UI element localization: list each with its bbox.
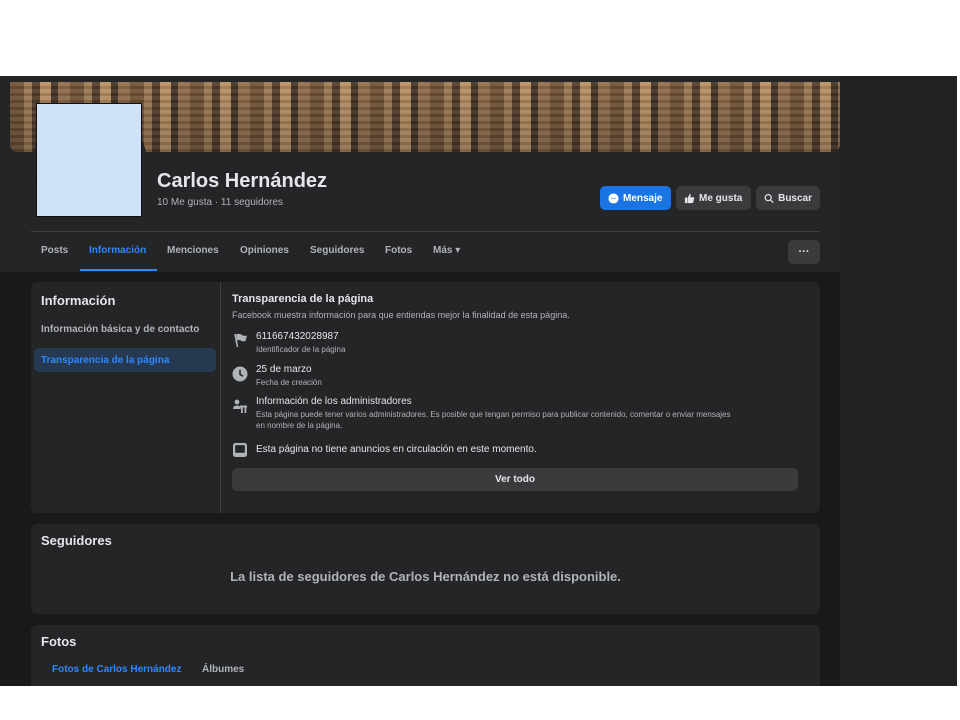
page-id: 611667432028987 <box>256 331 339 342</box>
search-button[interactable]: Buscar <box>756 186 820 210</box>
header-divider <box>31 231 820 232</box>
creation-date: 25 de marzo <box>256 364 312 375</box>
tab-opiniones[interactable]: Opiniones <box>240 245 289 256</box>
see-all-button[interactable]: Ver todo <box>232 468 798 491</box>
followers-card: Seguidores La lista de seguidores de Car… <box>31 524 820 614</box>
facebook-page-screenshot: Carlos Hernández 10 Me gusta · 11 seguid… <box>0 76 957 686</box>
about-column-divider <box>220 282 221 513</box>
tab-photos-of-page[interactable]: Fotos de Carlos Hernández <box>52 664 181 675</box>
active-tab-indicator <box>80 269 157 271</box>
tab-menciones[interactable]: Menciones <box>167 245 219 256</box>
photos-card: Fotos Fotos de Carlos Hernández Álbumes <box>31 625 820 686</box>
sidebar-item-basic-info[interactable]: Información básica y de contacto <box>41 324 199 335</box>
tab-albums[interactable]: Álbumes <box>202 664 244 675</box>
admins-title: Información de los administradores <box>256 396 412 407</box>
right-background-strip <box>840 76 957 686</box>
page-id-label: Identificador de la página <box>256 345 346 354</box>
ads-icon <box>233 443 247 457</box>
like-button[interactable]: Me gusta <box>676 186 751 210</box>
followers-unavailable-message: La lista de seguidores de Carlos Hernánd… <box>230 569 621 584</box>
ads-status: Esta página no tiene anuncios en circula… <box>256 444 537 455</box>
tab-fotos[interactable]: Fotos <box>385 245 412 256</box>
sidebar-item-transparency[interactable]: Transparencia de la página <box>34 348 216 372</box>
admins-description-line1: Esta página puede tener varios administr… <box>256 410 731 419</box>
transparency-title: Transparencia de la página <box>232 293 374 305</box>
page-title: Carlos Hernández <box>157 170 328 192</box>
tab-seguidores[interactable]: Seguidores <box>310 245 364 256</box>
like-button-label: Me gusta <box>699 192 743 204</box>
messenger-icon <box>608 192 619 204</box>
photos-heading[interactable]: Fotos <box>41 634 76 649</box>
transparency-description: Facebook muestra información para que en… <box>232 310 570 320</box>
message-button-label: Mensaje <box>623 192 663 204</box>
flag-icon <box>234 333 247 348</box>
about-card: Información Información básica y de cont… <box>31 282 820 513</box>
tab-informacion[interactable]: Información <box>89 245 146 256</box>
admins-icon <box>233 399 247 413</box>
profile-header: Carlos Hernández 10 Me gusta · 11 seguid… <box>0 76 840 272</box>
tab-posts[interactable]: Posts <box>41 245 68 256</box>
search-icon <box>764 193 774 203</box>
clock-icon <box>232 366 248 382</box>
page-stats[interactable]: 10 Me gusta · 11 seguidores <box>157 197 283 208</box>
tab-mas-dropdown[interactable]: Más ▾ <box>433 245 460 256</box>
message-button[interactable]: Mensaje <box>600 186 671 210</box>
followers-heading[interactable]: Seguidores <box>41 533 112 548</box>
more-options-button[interactable]: ··· <box>788 240 820 264</box>
search-button-label: Buscar <box>778 192 812 204</box>
about-heading: Información <box>41 293 116 308</box>
admins-description-line2: en nombre de la página. <box>256 421 343 430</box>
creation-date-label: Fecha de creación <box>256 378 322 387</box>
avatar[interactable] <box>36 103 142 217</box>
thumbs-up-icon <box>684 193 695 203</box>
